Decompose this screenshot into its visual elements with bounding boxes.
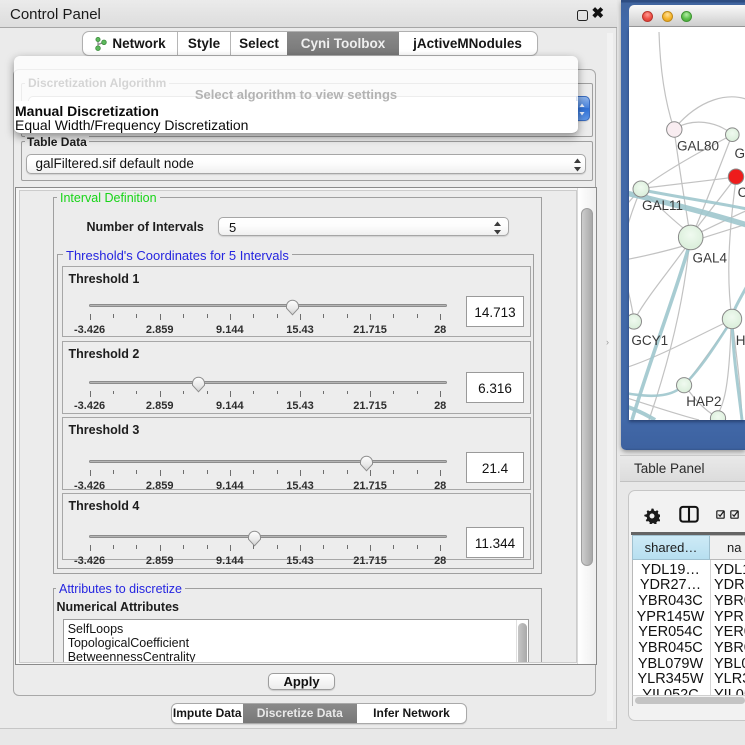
svg-text:CYC8: CYC8 (738, 185, 745, 200)
svg-text:HAP2: HAP2 (686, 394, 721, 409)
svg-text:GAL80: GAL80 (677, 139, 719, 154)
svg-text:GCY1: GCY1 (631, 333, 668, 348)
svg-text:GAL4: GAL4 (693, 251, 728, 266)
svg-text:GAL11: GAL11 (642, 198, 683, 213)
svg-text:HIS4: HIS4 (736, 333, 745, 348)
svg-text:GAL4: GAL4 (735, 146, 745, 161)
